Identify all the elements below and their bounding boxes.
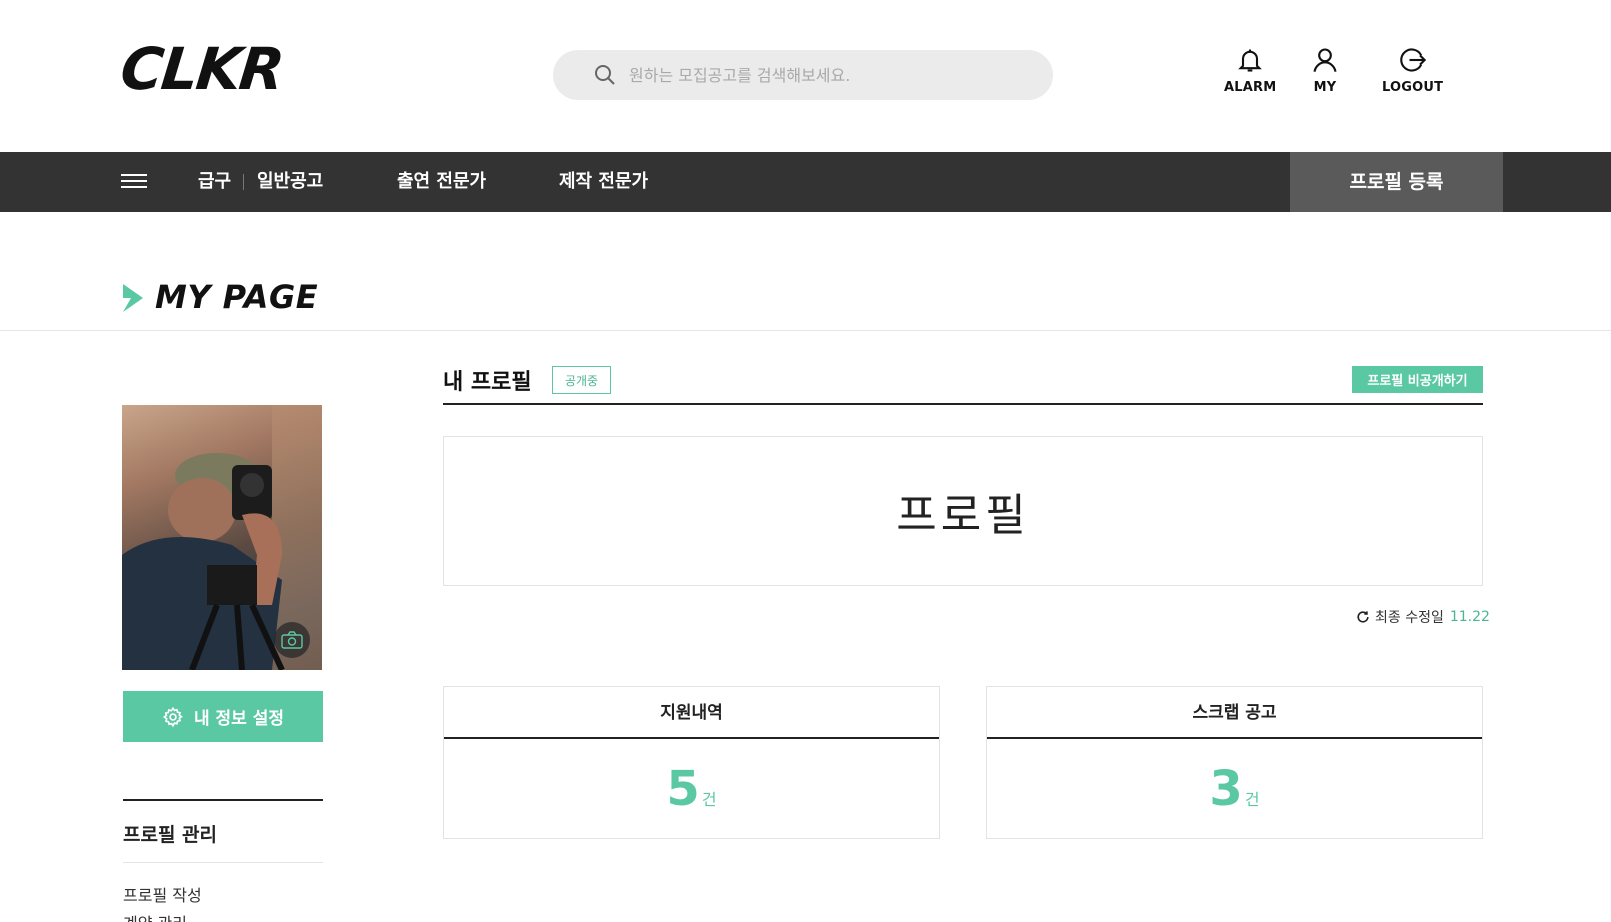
gear-icon [162,706,183,727]
applications-value: 5건 [444,739,939,817]
alarm-button[interactable]: ALARM [1224,46,1276,95]
refresh-icon[interactable] [1356,610,1370,624]
my-profile-heading: 내 프로필 [443,370,532,395]
scrap-unit: 건 [1244,790,1260,809]
last-modified: 최종 수정일 11.22 [1356,607,1490,627]
applications-label: 지원내역 [444,687,939,739]
last-modified-label: 최종 수정일 [1375,610,1444,626]
sidebar-divider [123,799,323,801]
logo[interactable]: CLKR [117,35,285,103]
nav-item-urgent[interactable]: 급구 [198,152,231,212]
alarm-label: ALARM [1224,80,1277,95]
search-input[interactable] [629,65,1009,85]
nav-item-producers[interactable]: 제작 전문가 [559,152,648,212]
sidebar-link-contracts[interactable]: 계약 관리 [123,910,187,922]
scrap-count: 3 [1209,761,1243,817]
search-bar[interactable] [553,50,1053,100]
profile-heading-divider [443,403,1483,405]
search-icon [595,65,615,85]
public-status-badge: 공개중 [552,366,611,394]
applications-card[interactable]: 지원내역 5건 [443,686,940,839]
sidebar-link-write-profile[interactable]: 프로필 작성 [123,882,202,906]
nav-item-general[interactable]: 일반공고 [257,152,323,212]
hamburger-menu-icon[interactable] [121,174,147,190]
logout-icon [1399,48,1426,72]
page-title: MY PAGE [155,278,319,316]
camera-icon [281,631,303,649]
register-profile-button[interactable]: 프로필 등록 [1290,152,1503,212]
scrap-label: 스크랩 공고 [987,687,1482,739]
scrap-value: 3건 [987,739,1482,817]
applications-unit: 건 [701,790,717,809]
profile-preview-box[interactable]: 프로필 [443,436,1483,586]
my-info-settings-button[interactable]: 내 정보 설정 [123,691,323,742]
scrap-card[interactable]: 스크랩 공고 3건 [986,686,1483,839]
profile-placeholder-text: 프로필 [896,490,1030,541]
title-divider [0,330,1611,331]
nav-item-performers[interactable]: 출연 전문가 [397,152,486,212]
main-nav: 급구 일반공고 출연 전문가 제작 전문가 프로필 등록 [0,152,1611,212]
last-modified-date: 11.22 [1449,609,1490,625]
make-private-button[interactable]: 프로필 비공개하기 [1352,366,1483,393]
logout-button[interactable]: LOGOUT [1382,46,1443,95]
settings-label: 내 정보 설정 [193,709,285,729]
change-photo-button[interactable] [274,622,310,658]
my-button[interactable]: MY [1311,46,1339,95]
applications-count: 5 [666,761,700,817]
nav-divider [243,174,244,190]
bell-icon [1238,49,1263,72]
sidebar-heading: 프로필 관리 [123,824,218,846]
sidebar-divider-light [123,862,323,863]
logout-label: LOGOUT [1382,80,1444,95]
user-icon [1313,48,1337,72]
my-label: MY [1313,80,1337,95]
